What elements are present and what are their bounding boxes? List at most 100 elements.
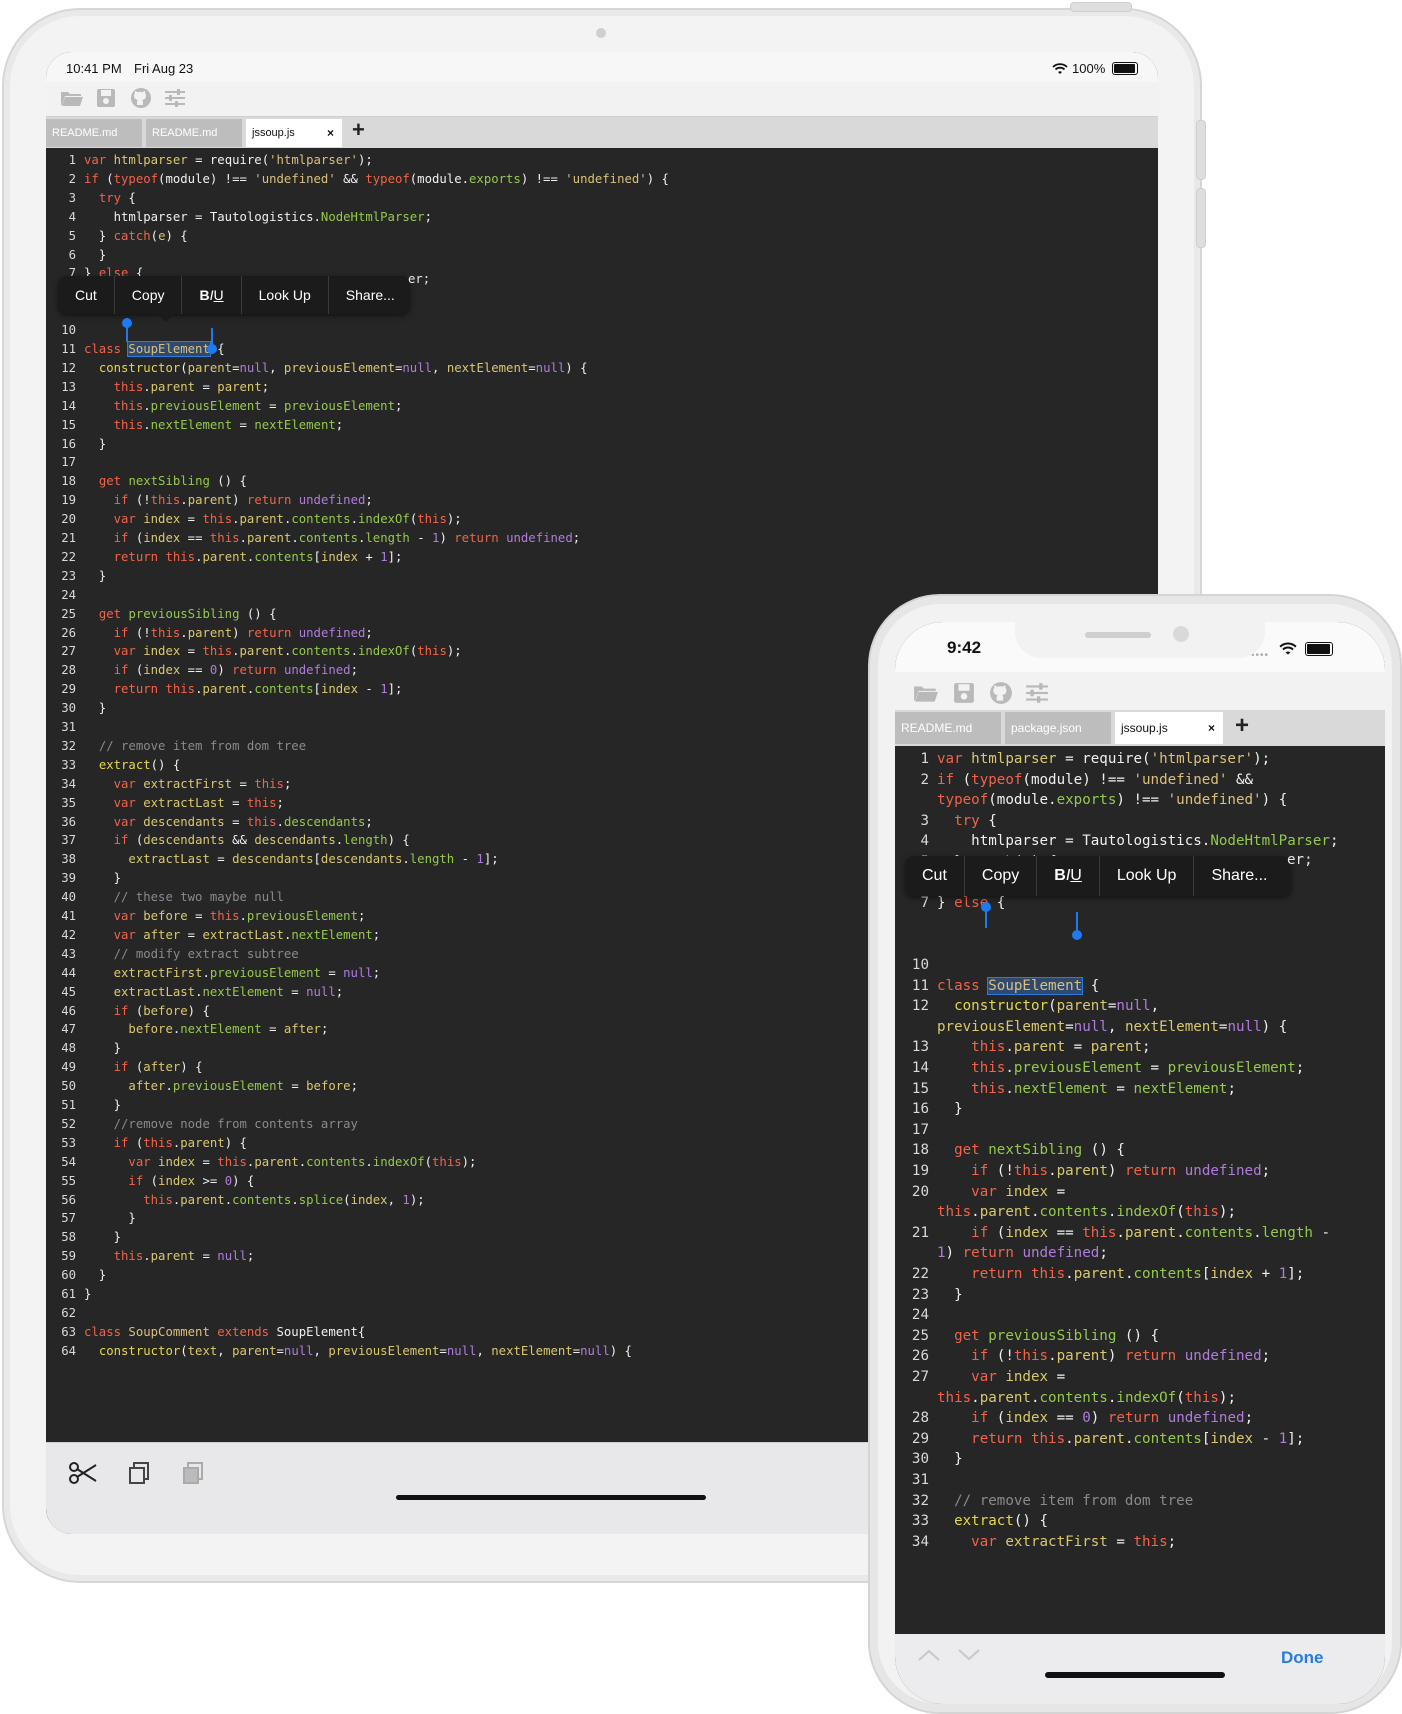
tab-readme[interactable]: README.md [46,119,142,147]
sliders-icon[interactable] [1025,682,1049,709]
code-token: ; [1167,1533,1177,1550]
code-token: ; [320,1022,329,1037]
cut-menu-item[interactable]: Cut [58,276,115,314]
code-token: previousElement [150,398,262,413]
lookup-menu-item[interactable]: Look Up [1100,856,1195,896]
code-token: >= [195,1173,225,1188]
selection-end-handle[interactable] [1072,930,1082,940]
code-token: before [306,1079,351,1094]
code-token: parent [1056,1348,1108,1365]
line-text: //remove node from contents array [84,1114,358,1134]
copy-icon[interactable] [128,1461,150,1490]
paste-icon[interactable] [182,1461,204,1490]
code-token: typeof [365,171,410,186]
code-token: before [128,1022,173,1037]
share-menu-item[interactable]: Share... [1194,856,1284,896]
code-token: text [187,1343,218,1358]
code-token: constructor [98,360,181,375]
line-text: after.previousElement = before; [84,1076,358,1096]
code-token: contents [1133,1266,1202,1282]
code-token: var [113,909,144,923]
code-token: undefined [283,663,351,678]
code-token: () { [150,757,181,772]
code-token: parent [180,1192,225,1207]
line-text: get nextSibling () { [937,1139,1125,1161]
github-icon[interactable] [130,87,152,114]
code-token: } [84,1211,136,1226]
close-tab-icon[interactable]: × [327,119,334,147]
code-token: // these two maybe null [113,890,284,905]
code-token: parent [1013,1039,1066,1056]
code-token: extractFirst [143,776,233,791]
code-token: parent [239,644,284,659]
code-token: = [261,398,284,413]
chevron-up-icon[interactable] [917,1648,941,1667]
code-token: ; [372,965,381,980]
code-token: this [113,398,144,413]
line-number: 3 [68,190,76,205]
line-text: } [84,566,106,586]
share-menu-item[interactable]: Share... [329,276,412,314]
save-icon[interactable] [96,88,116,113]
code-token: this [202,644,233,659]
line-text: var index = this.parent.contents.indexOf… [84,509,462,529]
line-text: typeof(module.exports) !== 'undefined') … [937,789,1287,811]
selection-end-handle[interactable] [207,344,217,354]
tab-package-json[interactable]: package.json [1005,712,1111,744]
line-text: var index = [937,1181,1065,1203]
code-token: , [269,360,284,375]
format-menu-item[interactable]: BIU [182,276,242,314]
code-token: [ [313,852,321,867]
status-time: 10:41 PM [66,61,122,76]
code-token: typeof [937,792,989,809]
tab-label: README.md [901,721,973,735]
line-text: var index = this.parent.contents.indexOf… [84,641,462,661]
code-token: 1 [380,549,388,564]
line-text: } [84,1208,136,1228]
code-token: . [239,531,247,545]
tab-readme[interactable]: README.md [895,712,1001,744]
tab-jssoup[interactable]: jssoup.js × [1115,712,1223,744]
code-token: ); [1218,1389,1237,1406]
status-date: Fri Aug 23 [134,61,194,76]
code-token: + [1253,1266,1279,1282]
lookup-menu-item[interactable]: Look Up [242,276,329,314]
cut-menu-item[interactable]: Cut [905,856,965,896]
line-number: 17 [61,455,76,470]
tab-jssoup[interactable]: jssoup.js × [246,119,342,147]
code-token: index [1210,1266,1254,1282]
done-button[interactable]: Done [1281,1648,1324,1668]
folder-icon[interactable] [60,88,84,113]
sliders-icon[interactable] [164,88,186,113]
code-token: ) { [224,1135,247,1150]
chevron-down-icon[interactable] [957,1648,981,1667]
format-menu-item[interactable]: BIU [1037,856,1100,896]
save-icon[interactable] [953,682,975,709]
ipad-camera [596,28,606,38]
folder-icon[interactable] [913,682,939,709]
code-token: = [224,814,247,829]
code-token: this [150,625,181,640]
scissors-icon[interactable] [68,1461,98,1490]
code-token: , [1150,998,1160,1015]
code-token: = [1065,1018,1074,1035]
github-icon[interactable] [989,681,1013,710]
code-token: if [113,833,129,848]
copy-menu-item[interactable]: Copy [965,856,1038,896]
add-tab-button[interactable]: + [1235,712,1249,740]
code-token: ( [988,1410,1006,1427]
tab-readme-2[interactable]: README.md [146,119,242,147]
close-tab-icon[interactable]: × [1208,712,1215,744]
bold-label: B [199,287,210,303]
code-token: } [937,1101,963,1118]
code-token: exports [469,171,521,186]
add-tab-button[interactable]: + [352,117,365,143]
copy-menu-item[interactable]: Copy [115,276,183,314]
